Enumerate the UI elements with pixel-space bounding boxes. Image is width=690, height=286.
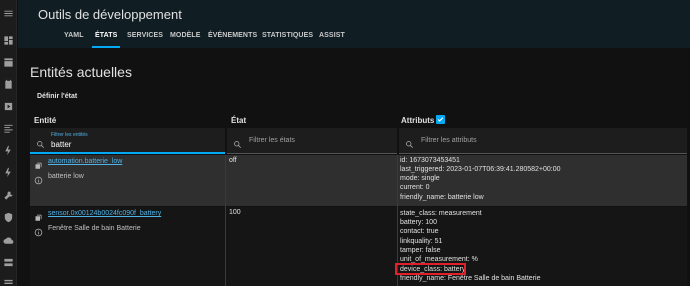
tab-statistiques[interactable]: STATISTIQUES [262,27,313,48]
info-icon[interactable] [34,172,43,185]
entity-link[interactable]: sensor.0x00124b0024fc090f_battery [48,210,161,217]
tools-icon[interactable] [3,190,14,201]
attribute-line: current: 0 [400,184,430,191]
attributes-filter-input[interactable]: Filtrer les attributs [399,128,687,154]
entity-link[interactable]: automation.batterie_low [48,158,122,165]
attribute-line: unit_of_measurement: % [400,256,478,263]
media-icon[interactable] [3,101,14,112]
entity-friendly-name: batterie low [48,173,84,180]
more-info-icon[interactable] [34,158,43,169]
attribute-line: battery: 100 [400,219,437,226]
attribute-line: mode: single [400,175,440,182]
tab-modele[interactable]: MODÈLE [170,27,201,48]
entity-state: 100 [229,209,241,216]
entity-state: off [229,157,237,164]
search-icon [233,136,242,148]
attribute-line: id: 1673073453451 [400,157,460,164]
attribute-line: tamper: false [400,247,441,254]
attribute-line: contact: true [400,228,439,235]
highlight-annotation [395,263,466,275]
table-row [30,207,687,286]
attributes-filter-placeholder: Filtrer les attributs [421,137,477,144]
attributes-checkbox[interactable] [436,115,445,124]
entity-filter-label: Filtrer les entités [51,132,88,138]
sidebar [0,0,17,286]
state-filter-placeholder: Filtrer les états [249,137,295,144]
page-title: Outils de développement [38,7,182,22]
entity-filter-value: batter [51,140,72,149]
search-icon [36,136,45,148]
shield-icon[interactable] [3,212,14,223]
tab-yaml[interactable]: YAML [64,27,84,48]
tab-etats[interactable]: ÉTATS [91,27,121,48]
attribute-line: state_class: measurement [400,210,482,217]
server-icon[interactable] [3,257,14,268]
list-icon[interactable] [3,278,14,286]
calendar-icon[interactable] [3,79,14,90]
energy-2-icon[interactable] [3,167,14,178]
tab-evenements[interactable]: ÉVÉNEMENTS [208,27,257,48]
more-info-icon[interactable] [34,210,43,221]
attribute-line: friendly_name: Fenêtre Salle de bain Bat… [400,275,541,282]
attribute-line: last_triggered: 2023-01-07T06:39:41.2805… [400,166,561,173]
tab-services[interactable]: SERVICES [127,27,163,48]
entity-filter-input[interactable]: Filtrer les entités batter [30,128,225,154]
state-filter-input[interactable]: Filtrer les états [227,128,397,154]
table-row [30,155,687,206]
tab-assist[interactable]: ASSIST [319,27,345,48]
section-title: Entités actuelles [30,64,132,80]
cloud-icon[interactable] [3,235,14,246]
history-icon[interactable] [3,123,14,134]
search-icon [405,136,414,148]
dashboard-2-icon[interactable] [3,57,14,68]
attribute-line: friendly_name: batterie low [400,194,484,201]
menu-icon[interactable] [3,8,14,19]
app-header: Outils de développement YAML ÉTATS SERVI… [18,0,690,48]
column-header-state[interactable]: État [231,116,246,125]
attribute-line: linkquality: 51 [400,238,443,245]
set-state-button[interactable]: Définir l'état [37,93,77,100]
dashboard-icon[interactable] [3,35,14,46]
column-header-entity[interactable]: Entité [34,116,56,125]
energy-icon[interactable] [3,145,14,156]
column-header-attributes[interactable]: Attributs [401,116,434,125]
entity-friendly-name: Fenêtre Salle de bain Batterie [48,225,141,232]
info-icon[interactable] [34,224,43,237]
column-divider [225,155,226,286]
